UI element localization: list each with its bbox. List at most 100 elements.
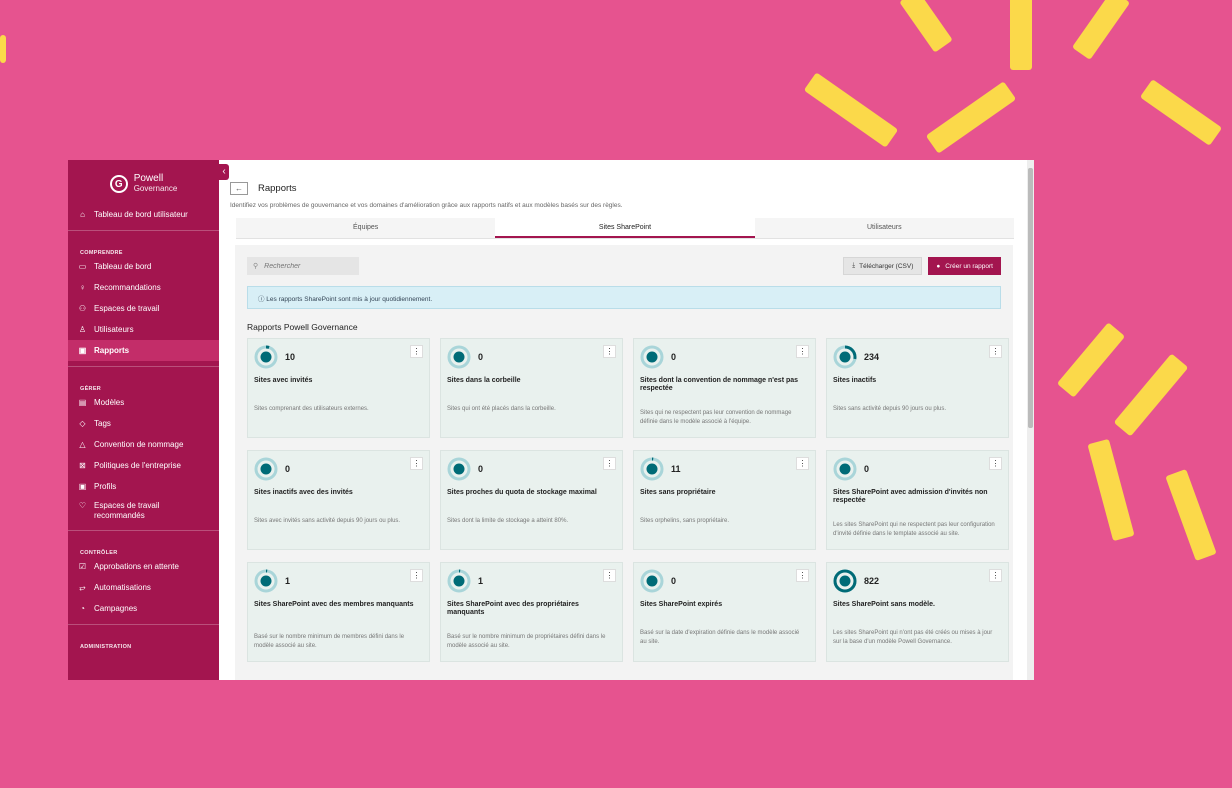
more-options-button[interactable]: ⋮ — [410, 569, 423, 582]
home-icon: ⌂ — [80, 210, 85, 219]
sidebar-item-rapports[interactable]: ▣ Rapports — [68, 340, 219, 361]
tab-utilisateurs[interactable]: Utilisateurs — [754, 218, 1014, 238]
search-input[interactable] — [264, 262, 345, 270]
sidebar-item-label: Recommandations — [94, 283, 161, 292]
report-title: Sites proches du quota de stockage maxim… — [447, 489, 597, 496]
sharepoint-icon — [260, 351, 272, 363]
sidebar-item-automatisations[interactable]: ⥂ Automatisations — [68, 577, 219, 598]
sharepoint-icon — [260, 463, 272, 475]
sidebar-item-modeles[interactable]: ▤ Modèles — [68, 392, 219, 413]
report-card[interactable]: 0 ⋮ Sites inactifs avec des invités Sites a… — [247, 450, 430, 550]
sidebar-item-label: Tableau de bord utilisateur — [94, 210, 188, 219]
sidebar-item-tags[interactable]: ◇ Tags — [68, 413, 219, 434]
report-count: 234 — [864, 352, 880, 362]
toolbar: ⚲ ⤓ Télécharger (CSV) ● Créer un rapport — [247, 257, 1001, 275]
report-title: Sites dont la convention de nommage n'es… — [640, 377, 799, 392]
sidebar-item-espaces-recommandes[interactable]: ♡ Espaces de travail recommandés — [68, 497, 219, 525]
report-count: 0 — [285, 464, 291, 474]
report-count: 0 — [864, 464, 870, 474]
scrollbar[interactable] — [1027, 160, 1034, 680]
report-card[interactable]: 0 ⋮ Sites dans la corbeille Sites qui ont é… — [440, 338, 623, 438]
more-options-button[interactable]: ⋮ — [603, 457, 616, 470]
back-button[interactable]: ← — [230, 182, 248, 195]
report-card[interactable]: 1 ⋮ Sites SharePoint avec des propriétaire… — [440, 562, 623, 662]
more-options-button[interactable]: ⋮ — [796, 345, 809, 358]
report-description: Sites comprenant des utilisateurs extern… — [254, 406, 369, 412]
sidebar-item-tableau-de-bord[interactable]: ▭ Tableau de bord — [68, 256, 219, 277]
tab-sites-sharepoint[interactable]: Sites SharePoint — [495, 218, 755, 238]
more-options-button[interactable]: ⋮ — [410, 457, 423, 470]
more-options-button[interactable]: ⋮ — [989, 457, 1002, 470]
tab-equipes[interactable]: Équipes — [236, 218, 496, 238]
download-csv-button[interactable]: ⤓ Télécharger (CSV) — [843, 257, 923, 275]
campaign-icon: ◔ — [80, 604, 85, 613]
report-card[interactable]: 822 ⋮ Sites SharePoint sans modèle. Les sit… — [826, 562, 1009, 662]
download-csv-label: Télécharger (CSV) — [859, 262, 914, 270]
decorative-stroke — [925, 81, 1017, 154]
report-count: 1 — [285, 576, 291, 586]
sidebar-item-recommandations[interactable]: ♀ Recommandations — [68, 277, 219, 298]
decorative-stroke — [1010, 0, 1032, 70]
donut-gauge-icon — [833, 457, 857, 481]
report-count: 0 — [671, 576, 677, 586]
tag-icon: ◇ — [79, 419, 86, 428]
sidebar-item-user-dashboard[interactable]: ⌂ Tableau de bord utilisateur — [68, 204, 219, 225]
report-card[interactable]: 10 ⋮ Sites avec invités Sites comprenant de… — [247, 338, 430, 438]
donut-gauge-icon — [447, 345, 471, 369]
more-options-button[interactable]: ⋮ — [603, 345, 616, 358]
report-icon: ▣ — [78, 346, 87, 355]
decorative-stroke — [803, 72, 899, 148]
profile-icon: ▣ — [78, 482, 87, 491]
decorative-stroke — [1139, 79, 1223, 146]
more-options-button[interactable]: ⋮ — [410, 345, 423, 358]
sidebar-section-controler: CONTRÔLER — [80, 550, 118, 556]
report-title: Sites inactifs avec des invités — [254, 489, 353, 496]
report-card[interactable]: 0 ⋮ Sites SharePoint avec admission d'invi… — [826, 450, 1009, 550]
divider — [68, 530, 219, 531]
report-card[interactable]: 234 ⋮ Sites inactifs Sites sans activité de… — [826, 338, 1009, 438]
report-card[interactable]: 0 ⋮ Sites SharePoint expirés Basé sur la da… — [633, 562, 816, 662]
create-report-button[interactable]: ● Créer un rapport — [928, 257, 1001, 275]
sidebar-item-label: Utilisateurs — [94, 325, 134, 334]
report-card[interactable]: 11 ⋮ Sites sans propriétaire Sites orphelin… — [633, 450, 816, 550]
sidebar-item-profils[interactable]: ▣ Profils — [68, 476, 219, 497]
decorative-stroke — [899, 0, 953, 53]
more-options-button[interactable]: ⋮ — [796, 569, 809, 582]
report-title: Sites SharePoint avec des membres manqua… — [254, 601, 414, 608]
divider — [68, 366, 219, 367]
logo-line1: Powell — [133, 173, 164, 184]
more-options-button[interactable]: ⋮ — [989, 345, 1002, 358]
sidebar-item-politiques[interactable]: ⊠ Politiques de l'entreprise — [68, 455, 219, 476]
sidebar-item-campagnes[interactable]: ◔ Campagnes — [68, 598, 219, 619]
report-card[interactable]: 0 ⋮ Sites dont la convention de nommage n'… — [633, 338, 816, 438]
sidebar-item-label: Automatisations — [94, 583, 151, 592]
sharepoint-icon — [260, 575, 272, 587]
download-icon: ⤓ — [852, 262, 856, 269]
scrollbar-thumb[interactable] — [1028, 168, 1033, 428]
page-subtitle: Identifiez vos problèmes de gouvernance … — [230, 202, 623, 209]
sidebar-item-label: Convention de nommage — [94, 440, 184, 449]
logo-line2: Governance — [133, 184, 178, 193]
user-icon: ♙ — [78, 325, 87, 334]
report-description: Sites qui ne respectent pas leur convent… — [640, 410, 792, 425]
sidebar-item-label: Approbations en attente — [94, 562, 179, 571]
report-card[interactable]: 0 ⋮ Sites proches du quota de stockage max… — [440, 450, 623, 550]
sidebar-item-convention[interactable]: △ Convention de nommage — [68, 434, 219, 455]
more-options-button[interactable]: ⋮ — [603, 569, 616, 582]
policy-icon: ⊠ — [79, 461, 86, 470]
report-description: Basé sur le nombre minimum de propriétai… — [447, 634, 606, 649]
more-options-button[interactable]: ⋮ — [796, 457, 809, 470]
report-card[interactable]: 1 ⋮ Sites SharePoint avec des membres manq… — [247, 562, 430, 662]
donut-gauge-icon — [254, 457, 278, 481]
more-options-button[interactable]: ⋮ — [989, 569, 1002, 582]
report-description: Basé sur la date d'expiration définie da… — [640, 630, 800, 645]
report-description: Basé sur le nombre minimum de membres dé… — [254, 634, 405, 649]
decorative-stroke — [1071, 0, 1131, 60]
sidebar-item-espaces-de-travail[interactable]: ⚇ Espaces de travail — [68, 298, 219, 319]
report-count: 10 — [285, 352, 296, 362]
sidebar-item-utilisateurs[interactable]: ♙ Utilisateurs — [68, 319, 219, 340]
decorative-stroke — [1165, 468, 1217, 562]
sidebar-item-approbations[interactable]: ☑ Approbations en attente — [68, 556, 219, 577]
decorative-stroke — [1113, 353, 1189, 437]
monitor-icon: ▭ — [78, 262, 87, 271]
